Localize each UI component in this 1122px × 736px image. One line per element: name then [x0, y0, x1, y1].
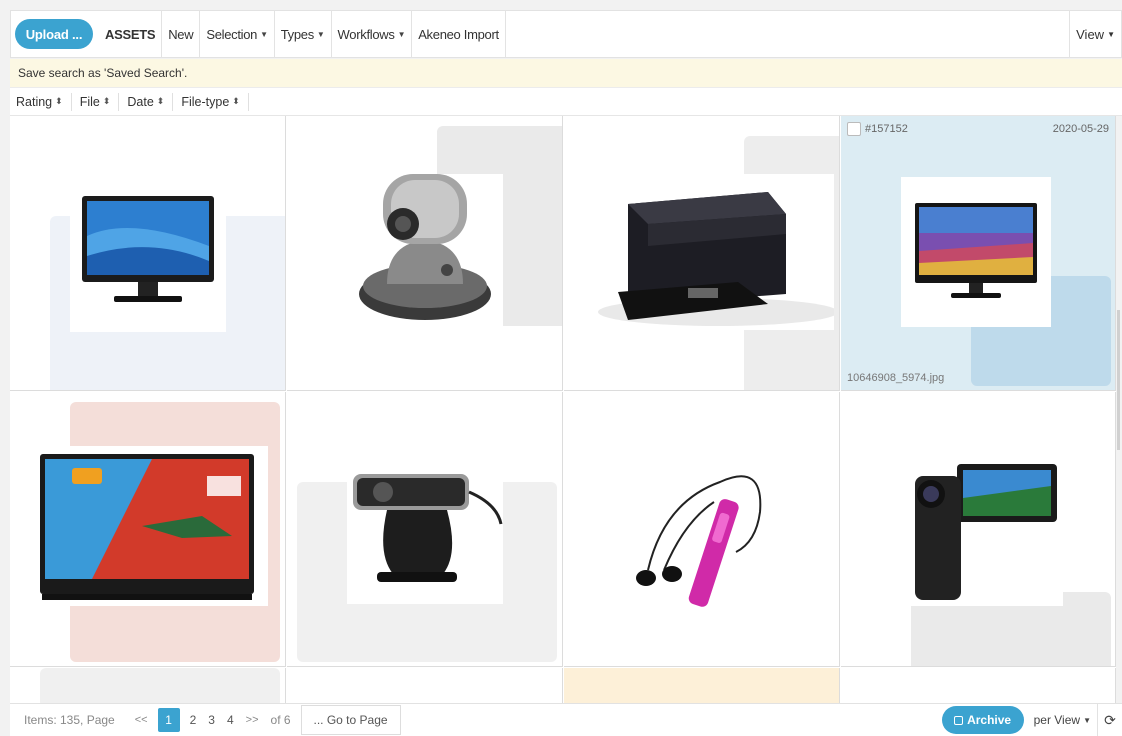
monitor-icon: [82, 196, 214, 302]
pager: << 1 2 3 4 >>: [129, 708, 265, 732]
asset-thumbnail: [568, 174, 838, 330]
assets-menu[interactable]: ASSETS: [99, 10, 163, 58]
asset-grid: #157152 2020-05-29 10646908_5974.jpg: [10, 116, 1116, 703]
sort-file[interactable]: File ⬍: [79, 92, 120, 111]
music-player-icon: [636, 475, 762, 607]
asset-card-selected[interactable]: #157152 2020-05-29 10646908_5974.jpg: [841, 116, 1116, 391]
monitor-icon: [915, 203, 1037, 298]
chevron-down-icon: ▼: [397, 29, 406, 39]
sort-bar: Rating ⬍ File ⬍ Date ⬍ File-type ⬍: [10, 88, 1122, 116]
asset-card[interactable]: [10, 392, 286, 667]
asset-card[interactable]: [841, 392, 1116, 667]
sort-file-label: File: [79, 94, 100, 109]
workflows-dropdown[interactable]: Workflows ▼: [332, 10, 413, 58]
pagination-footer: Items: 135, Page << 1 2 3 4 >> of 6 ... …: [10, 703, 1122, 736]
types-label: Types: [280, 26, 314, 42]
sort-rating[interactable]: Rating ⬍: [16, 92, 72, 111]
asset-card[interactable]: [287, 116, 563, 391]
asset-thumbnail: [901, 446, 1063, 606]
items-count: Items: 135, Page: [24, 713, 115, 727]
asset-filename: 10646908_5974.jpg: [847, 372, 945, 384]
archive-button[interactable]: Archive: [941, 706, 1024, 734]
refresh-icon[interactable]: ⟳: [1098, 712, 1122, 729]
sort-icon: ⬍: [156, 96, 165, 106]
per-view-label: per View: [1033, 713, 1081, 727]
asset-card[interactable]: [564, 668, 840, 703]
selection-label: Selection: [206, 26, 258, 42]
archive-label: Archive: [967, 713, 1012, 727]
camera-icon: [359, 174, 491, 320]
page-2-button[interactable]: 2: [184, 713, 203, 727]
asset-thumbnail: [347, 444, 503, 604]
camcorder-icon: [915, 464, 1057, 600]
new-button[interactable]: New: [162, 10, 201, 58]
sort-date[interactable]: Date ⬍: [127, 92, 174, 111]
last-page-button[interactable]: >>: [240, 714, 265, 726]
sort-icon: ⬍: [232, 96, 240, 106]
asset-thumbnail: [32, 446, 268, 606]
asset-card[interactable]: [10, 668, 286, 703]
page-1-button[interactable]: 1: [157, 708, 180, 732]
view-label: View: [1076, 26, 1105, 42]
workflows-label: Workflows: [337, 26, 395, 42]
asset-card[interactable]: [564, 392, 840, 667]
save-search-bar[interactable]: Save search as 'Saved Search'.: [10, 59, 1122, 88]
upload-button[interactable]: Upload ...: [15, 19, 93, 49]
asset-manager-window: Upload ... ASSETS New Selection ▼ Types ▼ …: [0, 0, 1122, 736]
asset-thumbnail: [70, 176, 226, 332]
webcam-icon: [353, 474, 503, 582]
sort-file-type-label: File-type: [181, 94, 230, 109]
background-ghost-image: [40, 668, 280, 703]
sort-file-type[interactable]: File-type ⬍: [181, 92, 249, 111]
asset-thumbnail: [347, 174, 503, 330]
save-search-text[interactable]: Save search as 'Saved Search'.: [18, 66, 187, 80]
page-total: of 6: [270, 713, 291, 727]
sort-icon: ⬍: [102, 96, 111, 106]
chevron-down-icon: ▼: [1107, 29, 1115, 39]
new-label: New: [168, 26, 194, 42]
first-page-button[interactable]: <<: [129, 714, 154, 726]
asset-thumbnail: [624, 442, 780, 612]
asset-card[interactable]: [287, 392, 563, 667]
akeneo-import-label: Akeneo Import: [418, 26, 499, 42]
asset-thumbnail: [901, 177, 1051, 327]
selection-dropdown[interactable]: Selection ▼: [200, 10, 275, 58]
page-4-button[interactable]: 4: [221, 713, 240, 727]
view-dropdown[interactable]: View ▼: [1069, 10, 1121, 58]
grid-scrollbar[interactable]: [1117, 310, 1120, 450]
go-to-page-input[interactable]: ... Go to Page: [300, 705, 401, 735]
chevron-down-icon: ▼: [1083, 715, 1091, 725]
sort-date-label: Date: [127, 94, 154, 109]
sort-icon: ⬍: [55, 96, 63, 106]
select-checkbox[interactable]: [847, 122, 861, 136]
asset-card[interactable]: [10, 116, 286, 391]
chevron-down-icon: ▼: [260, 29, 268, 39]
sort-rating-label: Rating: [16, 94, 53, 109]
per-view-dropdown[interactable]: per View ▼: [1033, 703, 1098, 736]
akeneo-import-button[interactable]: Akeneo Import: [412, 10, 506, 58]
asset-date: 2020-05-29: [1052, 123, 1109, 135]
asset-id: #157152: [865, 123, 908, 135]
tv-icon: [40, 454, 254, 600]
types-dropdown[interactable]: Types ▼: [275, 10, 332, 58]
asset-card[interactable]: [841, 668, 1116, 703]
asset-card[interactable]: [564, 116, 840, 391]
main-toolbar: Upload ... ASSETS New Selection ▼ Types ▼ …: [10, 10, 1122, 58]
archive-box-icon: [954, 715, 964, 725]
chevron-down-icon: ▼: [316, 29, 325, 39]
assets-label: ASSETS: [105, 26, 156, 42]
asset-card[interactable]: [287, 668, 563, 703]
printer-icon: [598, 192, 838, 326]
page-3-button[interactable]: 3: [202, 713, 221, 727]
